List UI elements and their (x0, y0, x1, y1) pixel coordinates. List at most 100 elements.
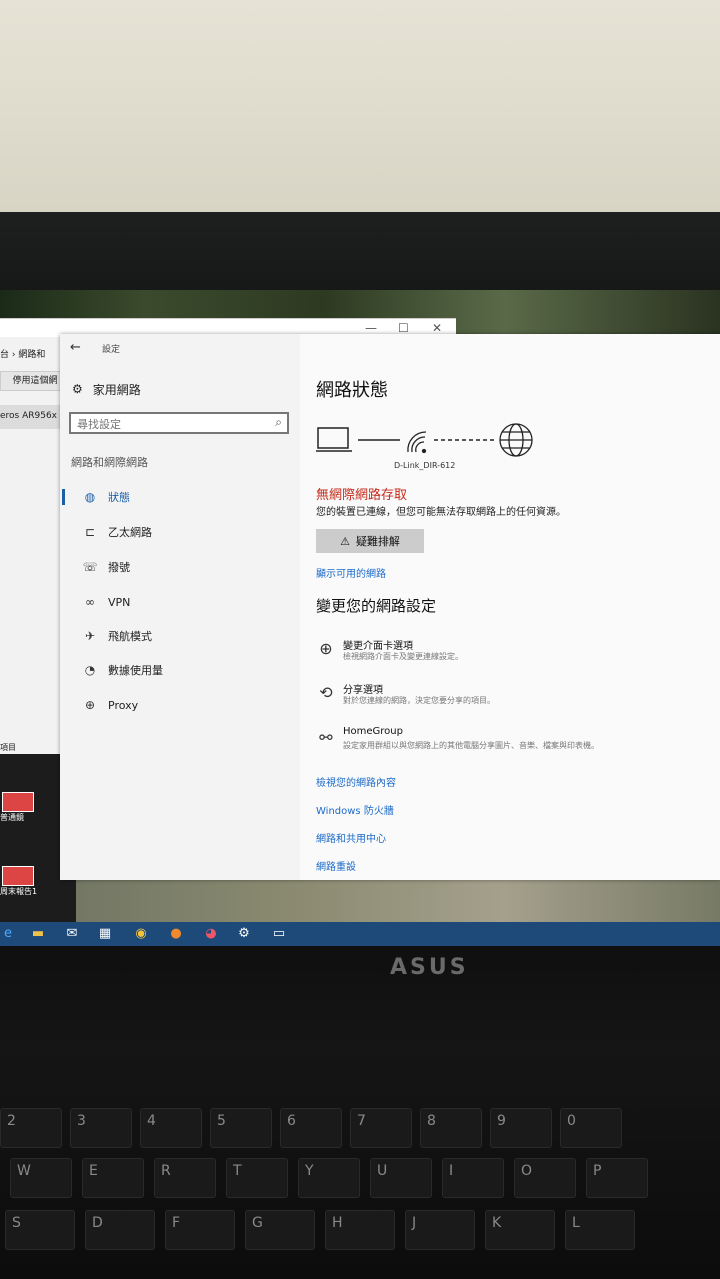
taskbar: e ▬ ✉ ▦ ◉ ● ◕ ⚙ ▭ (0, 922, 720, 946)
keyboard-key[interactable]: Y (298, 1158, 360, 1198)
keyboard-key[interactable]: 0 (560, 1108, 622, 1148)
search-icon[interactable]: ⌕ (275, 415, 282, 430)
keyboard-key[interactable]: T (226, 1158, 288, 1198)
settings-sidebar: ← 設定 ⚙ 家用網路 ⌕ 網路和網際網路 ◍ 狀態 ⊏ 乙太網路 ☏ 撥號 ∞… (60, 334, 300, 880)
page-title: 網路狀態 (316, 380, 388, 401)
desktop-icon-1[interactable] (2, 792, 34, 812)
nav-item-label: 狀態 (108, 491, 130, 504)
keyboard-key[interactable]: U (370, 1158, 432, 1198)
keyboard-key[interactable]: P (586, 1158, 648, 1198)
nav-item-label: 飛航模式 (108, 630, 152, 643)
keyboard-key[interactable]: 9 (490, 1108, 552, 1148)
homegroup-icon: ⚯ (319, 728, 333, 747)
close-button[interactable]: ✕ (432, 321, 442, 335)
firefox-icon[interactable]: ● (168, 926, 184, 942)
adapter-row[interactable]: eros AR956x W (0, 405, 69, 429)
nav-item-label: 乙太網路 (108, 526, 152, 539)
data-usage-icon: ◔ (84, 663, 96, 677)
warning-icon: ⚠ (340, 534, 350, 548)
network-sharing-center-link[interactable]: 網路和共用中心 (316, 830, 386, 845)
keyboard-key[interactable]: W (10, 1158, 72, 1198)
vpn-icon: ∞ (85, 595, 95, 609)
option-desc: 設定家用群組以與您網路上的其他電腦分享圖片、音樂、檔案與印表機。 (343, 741, 599, 750)
laptop-icon (316, 427, 352, 452)
keyboard-key[interactable]: L (565, 1210, 635, 1250)
keyboard-key[interactable]: H (325, 1210, 395, 1250)
section-title: 變更您的網路設定 (316, 597, 437, 615)
proxy-globe-icon: ⊕ (84, 698, 96, 712)
share-icon: ⟲ (319, 683, 333, 702)
nav-item-proxy[interactable]: ⊕ Proxy (60, 692, 300, 718)
show-networks-link[interactable]: 顯示可用的網路 (316, 565, 386, 580)
keyboard-key[interactable]: J (405, 1210, 475, 1250)
keyboard-key[interactable]: E (82, 1158, 144, 1198)
keyboard-key[interactable]: D (85, 1210, 155, 1250)
settings-main: 網路狀態 D-Link_DIR-612 無網際網路存取 您的裝置已連線，但您可能… (316, 334, 720, 880)
screen-icon[interactable]: ▭ (271, 926, 287, 942)
option-adapter[interactable]: ⊕ 變更介面卡選項 檢視網路介面卡及變更連線設定。 (316, 637, 636, 671)
keyboard-key[interactable]: 2 (0, 1108, 62, 1148)
keyboard-key[interactable]: 4 (140, 1108, 202, 1148)
mail-icon[interactable]: ✉ (64, 926, 80, 942)
edge-icon[interactable]: e (0, 926, 16, 942)
back-arrow-icon[interactable]: ← (70, 340, 81, 355)
chrome-icon[interactable]: ◉ (133, 926, 149, 942)
brand-logo: ASUS (390, 955, 469, 980)
keyboard-key[interactable]: R (154, 1158, 216, 1198)
nav-item-label: Proxy (108, 698, 139, 712)
view-network-properties-link[interactable]: 檢視您的網路內容 (316, 774, 396, 789)
nav-item-ethernet[interactable]: ⊏ 乙太網路 (60, 519, 300, 545)
settings-window: ← 設定 ⚙ 家用網路 ⌕ 網路和網際網路 ◍ 狀態 ⊏ 乙太網路 ☏ 撥號 ∞… (60, 334, 720, 880)
search-input[interactable] (75, 415, 269, 433)
desktop-icon-label: 普通鏡 (0, 813, 24, 822)
wall-background (0, 0, 720, 225)
breadcrumb[interactable]: 台 › 網路和 (0, 347, 45, 360)
option-sharing[interactable]: ⟲ 分享選項 對於您連線的網路，決定您要分享的項目。 (316, 681, 636, 715)
keyboard-key[interactable]: G (245, 1210, 315, 1250)
keyboard-key[interactable]: O (514, 1158, 576, 1198)
option-homegroup[interactable]: ⚯ HomeGroup 設定家用群組以與您網路上的其他電腦分享圖片、音樂、檔案與… (316, 726, 636, 766)
store-icon[interactable]: ▦ (97, 926, 113, 942)
keyboard-key[interactable]: K (485, 1210, 555, 1250)
home-link[interactable]: ⚙ 家用網路 (72, 378, 141, 400)
nav-item-airplane[interactable]: ✈ 飛航模式 (60, 623, 300, 649)
nav-group-label: 網路和網際網路 (71, 456, 148, 469)
nav-item-label: 撥號 (108, 561, 130, 574)
wifi-router-icon (407, 431, 427, 454)
desktop-wallpaper-lower (0, 878, 720, 923)
airplane-icon: ✈ (84, 629, 96, 643)
keyboard-key[interactable]: F (165, 1210, 235, 1250)
nav-item-dialup[interactable]: ☏ 撥號 (60, 554, 300, 580)
minimize-button[interactable]: — (365, 321, 377, 335)
app-title: 設定 (102, 345, 121, 355)
keyboard-key[interactable]: 8 (420, 1108, 482, 1148)
folder-icon[interactable]: ▬ (30, 926, 46, 942)
keyboard-key[interactable]: S (5, 1210, 75, 1250)
nav-item-label: 數據使用量 (108, 664, 163, 677)
option-title: HomeGroup (343, 726, 403, 737)
nav-item-vpn[interactable]: ∞ VPN (60, 589, 300, 615)
keyboard-key[interactable]: 5 (210, 1108, 272, 1148)
app-icon[interactable]: ◕ (203, 926, 219, 942)
desktop-icon-2[interactable] (2, 866, 34, 886)
item-count: 項目 (0, 743, 16, 752)
ethernet-icon: ⊏ (84, 525, 96, 539)
windows-firewall-link[interactable]: Windows 防火牆 (316, 802, 394, 817)
settings-titlebar: ← 設定 (60, 334, 300, 364)
home-label: 家用網路 (92, 382, 141, 397)
keyboard-key[interactable]: 7 (350, 1108, 412, 1148)
keyboard-key[interactable]: 6 (280, 1108, 342, 1148)
status-error-title: 無網際網路存取 (316, 488, 408, 503)
option-desc: 對於您連線的網路，決定您要分享的項目。 (343, 696, 495, 705)
troubleshoot-button[interactable]: ⚠ 疑難排解 (316, 529, 424, 553)
network-reset-link[interactable]: 網路重設 (316, 858, 356, 873)
dialup-icon: ☏ (82, 560, 98, 574)
search-box[interactable]: ⌕ (69, 412, 289, 434)
nav-item-data-usage[interactable]: ◔ 數據使用量 (60, 657, 300, 683)
keyboard-key[interactable]: I (442, 1158, 504, 1198)
settings-gear-icon[interactable]: ⚙ (236, 926, 252, 942)
maximize-button[interactable]: ☐ (398, 321, 409, 335)
nav-item-status[interactable]: ◍ 狀態 (60, 484, 300, 510)
status-description: 您的裝置已連線，但您可能無法存取網路上的任何資源。 (316, 507, 566, 518)
keyboard-key[interactable]: 3 (70, 1108, 132, 1148)
